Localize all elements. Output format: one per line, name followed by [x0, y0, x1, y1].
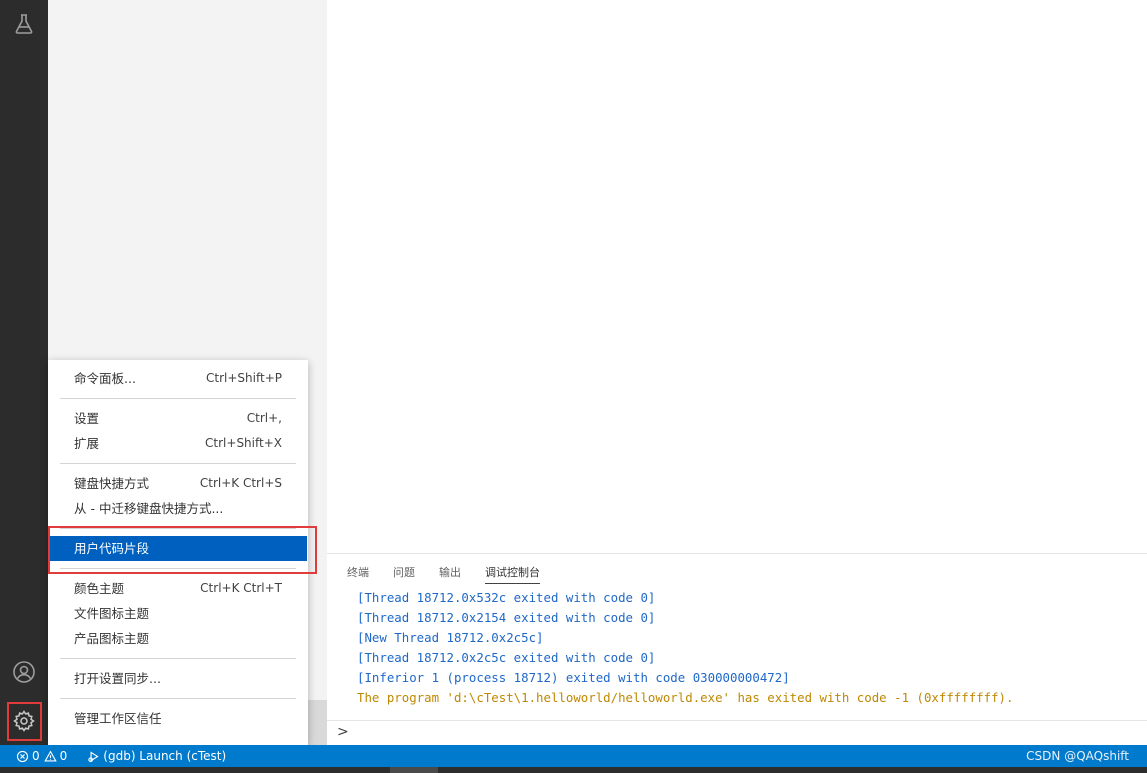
menu-item-label: 产品图标主题 [74, 631, 150, 646]
console-line: [Thread 18712.0x2c5c exited with code 0] [357, 650, 656, 665]
menu-item-label: 扩展 [74, 436, 100, 451]
editor-area[interactable] [327, 0, 1147, 553]
menu-item-color-theme[interactable]: 颜色主题 Ctrl+K Ctrl+T [48, 576, 308, 601]
tab-output[interactable]: 输出 [439, 566, 473, 584]
testing-beaker-icon[interactable] [0, 0, 48, 48]
menu-separator [60, 658, 296, 659]
watermark-text: CSDN @QAQshift [1026, 749, 1129, 763]
menu-separator [60, 528, 296, 529]
tab-problems[interactable]: 问题 [393, 566, 427, 584]
menu-item-shortcut: Ctrl+Shift+X [205, 436, 282, 450]
menu-separator [60, 398, 296, 399]
taskbar-item[interactable] [390, 767, 438, 773]
menu-item-label: 颜色主题 [74, 581, 125, 596]
menu-item-label: 键盘快捷方式 [74, 476, 150, 491]
status-bar: 0 0 (gdb) Launch (cTest) CSDN @QAQshift [0, 745, 1147, 767]
panel-tabs: 终端 问题 输出 调试控制台 [347, 566, 540, 584]
menu-separator [60, 698, 296, 699]
menu-item-label: 命令面板... [74, 371, 136, 386]
gear-icon[interactable] [0, 697, 48, 745]
account-icon[interactable] [0, 648, 48, 696]
problems-status[interactable]: 0 0 [0, 745, 77, 767]
menu-item-shortcut: Ctrl+Shift+P [206, 371, 282, 385]
menu-separator [60, 463, 296, 464]
menu-item-settings-sync[interactable]: 打开设置同步... [48, 666, 308, 691]
menu-item-product-icon-theme[interactable]: 产品图标主题 [48, 626, 308, 651]
menu-separator [60, 568, 296, 569]
menu-item-settings[interactable]: 设置 Ctrl+, [48, 406, 308, 431]
tab-terminal[interactable]: 终端 [347, 566, 381, 584]
warning-count: 0 [59, 749, 68, 763]
debug-launch-label: (gdb) Launch (cTest) [103, 749, 227, 763]
menu-item-label: 设置 [74, 411, 100, 426]
debug-icon [88, 750, 99, 762]
error-icon [16, 750, 29, 762]
menu-item-workspace-trust[interactable]: 管理工作区信任 [48, 706, 308, 731]
warning-icon [43, 749, 57, 762]
sidebar-scroll-area [308, 700, 327, 745]
console-line: The program 'd:\cTest\1.helloworld/hello… [357, 690, 1014, 705]
menu-item-label: 管理工作区信任 [74, 711, 162, 726]
console-line: [Thread 18712.0x2154 exited with code 0] [357, 610, 656, 625]
menu-item-user-snippets[interactable]: 用户代码片段 [48, 536, 307, 561]
menu-item-label: 用户代码片段 [74, 541, 150, 556]
tab-debug-console[interactable]: 调试控制台 [485, 566, 540, 584]
console-line: [Thread 18712.0x532c exited with code 0] [357, 590, 656, 605]
menu-item-file-icon-theme[interactable]: 文件图标主题 [48, 601, 308, 626]
menu-item-extensions[interactable]: 扩展 Ctrl+Shift+X [48, 431, 308, 456]
chevron-right-icon: > [337, 724, 349, 740]
debug-console-input[interactable]: > [327, 720, 1147, 745]
console-line: [Inferior 1 (process 18712) exited with … [357, 670, 790, 685]
menu-item-migrate-keybindings[interactable]: 从 - 中迁移键盘快捷方式... [48, 496, 308, 521]
activity-bar [0, 0, 48, 745]
menu-item-keyboard-shortcuts[interactable]: 键盘快捷方式 Ctrl+K Ctrl+S [48, 471, 308, 496]
error-count: 0 [32, 749, 40, 763]
menu-item-shortcut: Ctrl+K Ctrl+S [199, 476, 282, 490]
debug-console-output: [Thread 18712.0x532c exited with code 0]… [357, 588, 1147, 708]
console-line: [New Thread 18712.0x2c5c] [357, 630, 544, 645]
debug-launch-status[interactable]: (gdb) Launch (cTest) [77, 745, 232, 767]
menu-item-label: 从 - 中迁移键盘快捷方式... [74, 501, 224, 516]
menu-item-label: 文件图标主题 [74, 606, 150, 621]
menu-item-shortcut: Ctrl+K Ctrl+T [200, 581, 282, 595]
menu-item-shortcut: Ctrl+, [246, 411, 282, 425]
bottom-panel: 终端 问题 输出 调试控制台 [Thread 18712.0x532c exit… [327, 553, 1147, 745]
menu-item-label: 打开设置同步... [74, 671, 161, 686]
os-taskbar [0, 767, 1147, 773]
menu-item-command-palette[interactable]: 命令面板... Ctrl+Shift+P [48, 366, 308, 391]
manage-context-menu: 命令面板... Ctrl+Shift+P 设置 Ctrl+, 扩展 Ctrl+S… [48, 360, 308, 745]
